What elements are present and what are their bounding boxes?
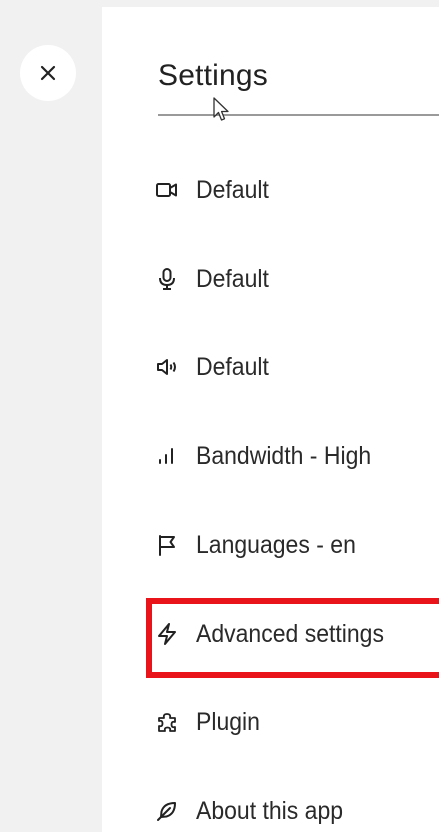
lightning-icon — [154, 621, 180, 647]
menu-item-label: Default — [196, 352, 269, 381]
close-button[interactable] — [20, 45, 76, 101]
mouse-cursor-icon — [213, 97, 229, 121]
video-camera-icon — [154, 177, 180, 203]
feather-icon — [154, 798, 180, 824]
menu-item-speaker[interactable]: Default — [154, 347, 439, 387]
menu-item-microphone[interactable]: Default — [154, 259, 439, 299]
signal-bars-icon — [154, 443, 180, 469]
menu-item-bandwidth[interactable]: Bandwidth - High — [154, 436, 439, 476]
speaker-icon — [154, 354, 180, 380]
menu-item-label: About this app — [196, 796, 344, 825]
page-title: Settings — [158, 59, 268, 92]
settings-panel: Settings Default Default Default Bandwid… — [102, 7, 439, 832]
menu-item-about[interactable]: About this app — [154, 791, 439, 831]
menu-item-label: Default — [196, 264, 269, 293]
menu-item-languages[interactable]: Languages - en — [154, 525, 439, 565]
menu-item-label: Advanced settings — [196, 619, 384, 648]
flag-icon — [154, 532, 180, 558]
menu-item-label: Bandwidth - High — [196, 441, 372, 470]
menu-item-label: Default — [196, 175, 269, 204]
menu-item-camera[interactable]: Default — [154, 170, 439, 210]
menu-item-plugin[interactable]: Plugin — [154, 702, 439, 742]
puzzle-icon — [154, 709, 180, 735]
menu-item-label: Languages - en — [196, 530, 356, 559]
title-divider — [158, 114, 439, 116]
close-icon — [39, 64, 57, 82]
menu-item-label: Plugin — [196, 707, 260, 736]
microphone-icon — [154, 266, 180, 292]
menu-item-advanced-settings[interactable]: Advanced settings — [154, 614, 439, 654]
